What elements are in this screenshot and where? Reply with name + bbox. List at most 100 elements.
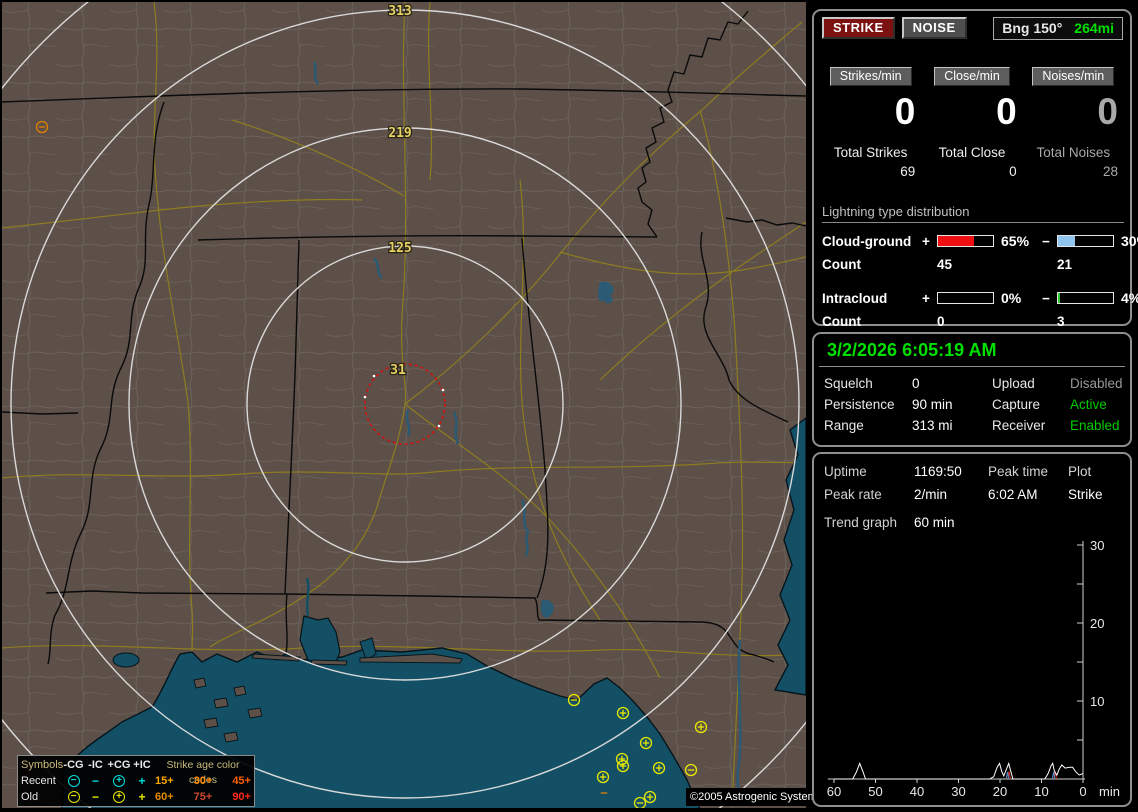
bearing-distance: 264mi [1074, 20, 1114, 36]
legend-row-old: Old [21, 791, 39, 803]
lake-martin [598, 281, 614, 304]
noises-per-min-value: 0 [1097, 91, 1118, 132]
intracloud-label: Intracloud [822, 290, 888, 306]
total-strikes-label: Total Strikes [833, 145, 908, 160]
svg-text:min: min [1099, 784, 1120, 799]
legend-col-neg-cg: -CG [63, 759, 84, 771]
app-window: 313 219 125 31 Symbols -CG -IC +CG +IC Stri… [0, 0, 1138, 812]
cg-negative-bar [1057, 235, 1114, 247]
total-close-label: Total Close [938, 145, 1006, 160]
legend-col-pos-ic: +IC [133, 759, 151, 771]
ic-negative-count: 3 [1057, 314, 1065, 329]
trend-settings-row: Trend graph 60 min [814, 502, 1130, 530]
upload-status: Disabled [1070, 376, 1123, 391]
total-close-value: 0 [1009, 164, 1017, 179]
minus-sign: − [1042, 290, 1050, 306]
age-code: 90+ [232, 791, 251, 803]
svg-text:20: 20 [993, 784, 1007, 799]
ic-positive-bar [937, 292, 994, 304]
plot-mode-value: Strike [1068, 487, 1103, 502]
noises-per-min-button[interactable]: Noises/min [1032, 67, 1115, 86]
svg-text:219: 219 [388, 126, 411, 141]
persistence-value: 90 min [912, 397, 953, 412]
trend-graph-value: 60 min [914, 515, 955, 530]
plus-symbol-glyph: + [138, 790, 146, 805]
count-label: Count [822, 314, 861, 329]
peak-rate-label: Peak rate [824, 487, 882, 502]
svg-text:10: 10 [1090, 694, 1104, 709]
close-counter: Close/min 0 Total Close 0 [921, 67, 1022, 179]
upload-label: Upload [992, 376, 1035, 391]
plus-symbol-glyph: + [138, 774, 146, 789]
total-noises-label: Total Noises [1036, 145, 1111, 160]
legend-col-neg-ic: -IC [88, 759, 103, 771]
svg-text:0: 0 [1079, 784, 1086, 799]
age-code: 60+ [155, 791, 174, 803]
receiver-label: Receiver [992, 418, 1046, 433]
mobile-river [305, 577, 310, 617]
svg-text:50: 50 [868, 784, 882, 799]
age-code: 30+ [193, 775, 213, 787]
ic-negative-pct: 4% [1121, 290, 1138, 306]
uptime-value: 1169:50 [914, 464, 962, 479]
legend-symbols-header: Symbols [21, 759, 64, 771]
status-grid: Squelch 0 Upload Disabled Persistence 90… [814, 367, 1130, 442]
circle-minus-symbol-glyph: − [67, 775, 80, 788]
strike-toggle-button[interactable]: STRIKE [822, 17, 895, 39]
squelch-label: Squelch [824, 376, 873, 391]
age-codes-row: 15+ 30+ 45+ [153, 774, 253, 790]
age-code: 45+ [232, 775, 251, 787]
cg-negative-count: 21 [1057, 257, 1073, 272]
lake-pontchartrain [112, 652, 140, 668]
peak-time-value: 6:02 AM [988, 487, 1038, 502]
svg-text:30: 30 [951, 784, 965, 799]
capture-label: Capture [992, 397, 1041, 412]
age-code: 75+ [193, 791, 213, 803]
strikes-per-min-button[interactable]: Strikes/min [829, 67, 912, 86]
cg-negative-pct: 30% [1121, 233, 1138, 249]
minus-symbol-glyph: − [91, 790, 99, 805]
intracloud-count-row: Count 0 3 [814, 314, 1130, 329]
ic-positive-count: 0 [937, 314, 945, 329]
bearing-readout: Bng 150° 264mi [993, 17, 1123, 40]
svg-text:60: 60 [827, 784, 841, 799]
current-datetime: 3/2/2026 6:05:19 AM [819, 334, 1125, 367]
range-label: Range [824, 418, 864, 433]
copyright-notice: ©2005 Astrogenic Systems [686, 788, 822, 806]
receiver-status: Enabled [1070, 418, 1120, 433]
rate-counters: Strikes/min 0 Total Strikes 69 Close/min… [814, 67, 1130, 179]
cg-positive-count: 45 [937, 257, 953, 272]
age-codes-row: 60+ 75+ 90+ [153, 790, 253, 806]
svg-text:125: 125 [388, 241, 411, 256]
trend-graph-label: Trend graph [824, 515, 898, 530]
noise-toggle-button[interactable]: NOISE [901, 17, 967, 39]
peak-time-label: Peak time [988, 464, 1049, 479]
stats-panel: STRIKE NOISE Bng 150° 264mi Strikes/min … [812, 9, 1138, 329]
close-per-min-button[interactable]: Close/min [934, 67, 1010, 86]
minus-symbol-glyph: − [91, 774, 99, 789]
lightning-map[interactable]: 313 219 125 31 Symbols -CG -IC +CG +IC Stri… [2, 2, 822, 808]
cloud-ground-label: Cloud-ground [822, 233, 912, 249]
legend-age-header: Strike age color codes [166, 759, 240, 786]
cloud-ground-row: Cloud-ground + 65% − 30% [814, 233, 1138, 249]
ic-negative-bar [1057, 292, 1114, 304]
uptime-label: Uptime [824, 464, 867, 479]
squelch-value: 0 [912, 376, 920, 391]
trend-graph: 60 50 40 30 20 10 0 min 10 20 30 [827, 538, 1120, 799]
svg-text:313: 313 [388, 4, 411, 19]
legend-row-recent: Recent [21, 775, 56, 787]
minus-sign: − [1042, 233, 1050, 249]
svg-text:31: 31 [390, 363, 406, 378]
info-panel: Uptime 1169:50 Peak time Plot Peak rate … [812, 452, 1132, 807]
plus-sign: + [922, 233, 930, 249]
total-strikes-value: 69 [900, 164, 916, 179]
plot-label: Plot [1068, 464, 1092, 479]
legend-col-pos-cg: +CG [107, 759, 131, 771]
status-panel: 3/2/2026 6:05:19 AM Squelch 0 Upload Dis… [812, 332, 1132, 447]
peak-rate-value: 2/min [914, 487, 948, 502]
range-value: 313 mi [912, 418, 953, 433]
svg-text:40: 40 [910, 784, 924, 799]
count-label: Count [822, 257, 861, 272]
cg-positive-pct: 65% [1001, 233, 1030, 249]
distribution-heading: Lightning type distribution [822, 204, 1124, 223]
